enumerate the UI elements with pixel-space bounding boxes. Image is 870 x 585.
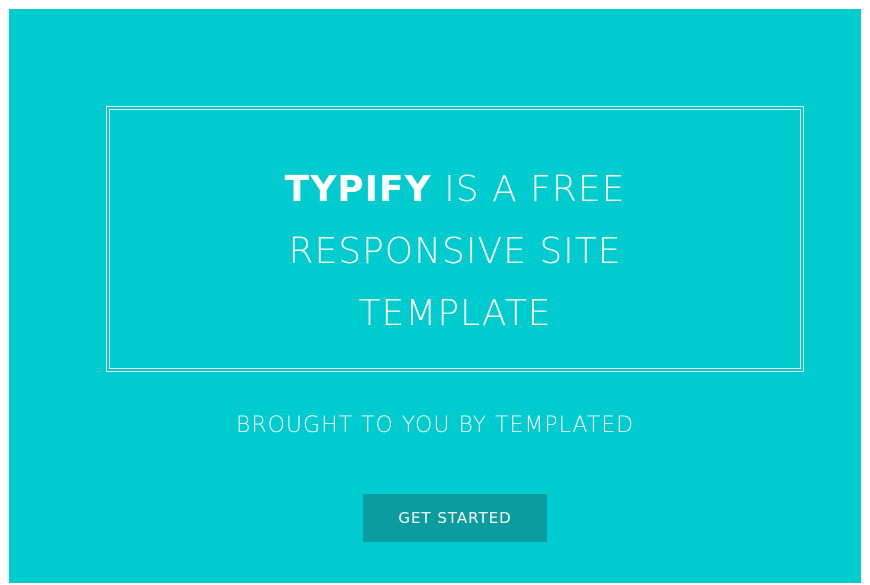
hero-headline: TYPIFY IS A FREE RESPONSIVE SITE TEMPLAT…	[107, 159, 803, 345]
headline-line-3: TEMPLATE	[358, 293, 552, 334]
get-started-button[interactable]: GET STARTED	[363, 494, 547, 542]
title-frame: TYPIFY IS A FREE RESPONSIVE SITE TEMPLAT…	[106, 106, 804, 372]
headline-brand: TYPIFY	[284, 169, 432, 210]
headline-line-1-rest: IS A FREE	[431, 169, 626, 210]
headline-line-2: RESPONSIVE SITE	[288, 231, 622, 272]
headline-line-1: TYPIFY IS A FREE	[107, 159, 803, 221]
hero-banner: TYPIFY IS A FREE RESPONSIVE SITE TEMPLAT…	[9, 9, 861, 583]
hero-tagline: BROUGHT TO YOU BY TEMPLATED	[235, 413, 635, 438]
